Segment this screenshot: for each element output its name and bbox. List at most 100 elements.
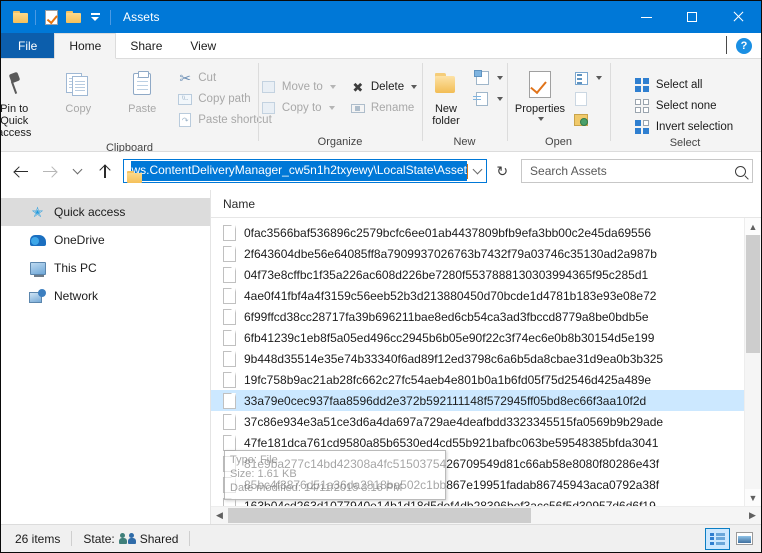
horizontal-scrollbar[interactable]: ◀ ▶ — [211, 506, 761, 524]
help-icon[interactable]: ? — [736, 37, 752, 54]
maximize-button[interactable] — [669, 1, 715, 33]
file-icon — [223, 329, 236, 346]
vertical-scroll-thumb[interactable] — [746, 235, 760, 353]
sidebar-item-this-pc[interactable]: This PC — [1, 254, 210, 282]
sidebar-item-onedrive[interactable]: OneDrive — [1, 226, 210, 254]
refresh-icon: ↻ — [496, 162, 509, 179]
select-group-body: Select all Select none Invert selection — [627, 62, 743, 137]
scroll-up-button[interactable]: ▲ — [745, 218, 761, 235]
sidebar-item-network[interactable]: Network — [1, 282, 210, 310]
file-icon — [223, 476, 236, 493]
file-icon — [223, 350, 236, 367]
system-menu-folder-icon[interactable] — [9, 6, 31, 28]
ribbon-group-organize: Move to Copy to ✖ Delete Rename Organize — [258, 59, 422, 151]
file-name: 0fac3566baf536896c2579bcfc6ee01ab4437809… — [244, 225, 652, 240]
new-item-button[interactable] — [472, 68, 507, 88]
horizontal-scroll-track[interactable] — [228, 507, 744, 524]
move-to-button[interactable]: Move to — [259, 77, 340, 97]
open-small-buttons — [571, 65, 606, 130]
table-row[interactable]: 33a79e0cec937faa8596dd2e372b592111148f57… — [211, 390, 761, 411]
easy-access-button[interactable] — [472, 89, 507, 109]
vertical-scrollbar[interactable]: ▲ ▼ — [744, 218, 761, 506]
address-dropdown-button[interactable] — [468, 160, 486, 182]
sidebar-item-quick-access[interactable]: ✭ Quick access — [1, 198, 210, 226]
easy-access-caret-icon — [497, 97, 503, 101]
state-label: State: — [83, 531, 115, 546]
table-row[interactable]: 9b448d35514e35e74b33340f6ad89f12ed3798c6… — [211, 348, 761, 369]
table-row[interactable]: 04f73e8cffbc1f35a226ac608d226be7280f5537… — [211, 264, 761, 285]
search-input[interactable] — [530, 164, 736, 178]
table-row[interactable]: 85bc4f3876d51a36da2818ba502c1bb867e19951… — [211, 474, 761, 495]
table-row[interactable]: 6fb41239c1eb8f5a05ed496cc2945b6b05e90f22… — [211, 327, 761, 348]
title-bar: Assets — [1, 1, 761, 33]
file-name: 6fb41239c1eb8f5a05ed496cc2945b6b05e90f22… — [244, 330, 655, 345]
scroll-down-button[interactable]: ▼ — [745, 489, 761, 506]
sidebar-item-label: Quick access — [54, 205, 126, 219]
search-box[interactable] — [521, 159, 754, 183]
file-name: 6f99ffcd38cc28717fa39b696211bae8ed6cb54c… — [244, 309, 649, 324]
table-row[interactable]: 47fe181dca761cd9580a85b6530ed4cd55b921ba… — [211, 432, 761, 453]
table-row[interactable]: 4ae0f41fbf4a4f3159c56eeb52b3d213880450d7… — [211, 285, 761, 306]
address-input-wrap[interactable]: ws.ContentDeliveryManager_cw5n1h2txyewy\… — [123, 159, 488, 183]
select-all-button[interactable]: Select all — [633, 75, 737, 95]
new-folder-quick-icon[interactable] — [62, 6, 84, 28]
history-button[interactable] — [571, 110, 606, 130]
copy-to-label: Copy to — [281, 102, 322, 114]
scroll-left-button[interactable]: ◀ — [211, 507, 228, 524]
collapse-ribbon-icon[interactable] — [726, 35, 727, 55]
rename-button[interactable]: Rename — [348, 98, 421, 118]
recent-locations-button[interactable] — [64, 158, 90, 184]
state-value: Shared — [139, 531, 179, 546]
table-row[interactable]: 0fac3566baf536896c2579bcfc6ee01ab4437809… — [211, 222, 761, 243]
file-name: 33a79e0cec937faa8596dd2e372b592111148f57… — [244, 393, 647, 408]
invert-selection-button[interactable]: Invert selection — [633, 117, 737, 137]
paste-icon — [133, 68, 152, 100]
refresh-button[interactable]: ↻ — [489, 158, 515, 184]
large-icons-view-icon — [736, 532, 753, 545]
forward-button[interactable] — [37, 158, 63, 184]
paste-button[interactable]: Paste — [111, 65, 173, 118]
column-header-name[interactable]: Name — [223, 197, 255, 211]
tab-file[interactable]: File — [1, 33, 55, 58]
file-list[interactable]: 0fac3566baf536896c2579bcfc6ee01ab4437809… — [211, 218, 761, 506]
tab-view[interactable]: View — [176, 33, 230, 58]
open-button[interactable] — [571, 68, 606, 88]
table-row[interactable]: 2f643604dbe56e64085ff8a7909937026763b743… — [211, 243, 761, 264]
scroll-right-button[interactable]: ▶ — [744, 507, 761, 524]
properties-button[interactable]: Properties — [511, 65, 569, 124]
new-folder-button[interactable]: New folder — [422, 65, 470, 130]
close-button[interactable] — [715, 1, 761, 33]
tab-share[interactable]: Share — [116, 33, 176, 58]
properties-quick-icon[interactable] — [40, 6, 62, 28]
large-icons-view-button[interactable] — [732, 528, 757, 550]
ribbon-group-open: Properties Open — [507, 59, 610, 151]
up-one-level-button[interactable] — [92, 158, 118, 184]
table-row[interactable]: 163b04cd263d1077940e14b1d18d5def4db28396… — [211, 495, 761, 506]
horizontal-scroll-thumb[interactable] — [228, 508, 531, 523]
table-row[interactable]: 37c86e934e3a51ce3d6a4da697a729ae4deafbdd… — [211, 411, 761, 432]
table-row[interactable]: 6f99ffcd38cc28717fa39b696211bae8ed6cb54c… — [211, 306, 761, 327]
details-view-button[interactable] — [705, 527, 730, 550]
back-button[interactable] — [9, 158, 35, 184]
edit-button[interactable] — [571, 89, 606, 109]
file-name: 85bc4f3876d51a36da2818ba502c1bb867e19951… — [244, 477, 660, 492]
table-row[interactable]: 81e9ba277c14bd42308a4fc5150375426709549d… — [211, 453, 761, 474]
pin-to-quick-access-button[interactable]: Pin to Quick access — [0, 65, 45, 142]
select-none-button[interactable]: Select none — [633, 96, 737, 116]
copy-to-button[interactable]: Copy to — [259, 98, 340, 118]
file-icon — [223, 392, 236, 409]
vertical-scroll-track[interactable] — [745, 235, 761, 489]
move-to-icon — [261, 79, 277, 95]
new-small-buttons — [472, 65, 507, 109]
pin-to-quick-access-label: Pin to Quick access — [0, 103, 32, 139]
address-input[interactable]: ws.ContentDeliveryManager_cw5n1h2txyewy\… — [131, 161, 468, 181]
minimize-button[interactable] — [623, 1, 669, 33]
delete-button[interactable]: ✖ Delete — [348, 77, 421, 97]
tab-home[interactable]: Home — [54, 33, 117, 59]
customize-toolbar-dropdown-icon[interactable] — [84, 6, 106, 28]
copy-button[interactable]: Copy — [47, 65, 109, 118]
file-icon — [223, 455, 236, 472]
table-row[interactable]: 19fc758b9ac21ab28fc662c27fc54aeb4e801b0a… — [211, 369, 761, 390]
ribbon-group-new: New folder New — [422, 59, 507, 151]
new-item-icon — [473, 70, 490, 86]
